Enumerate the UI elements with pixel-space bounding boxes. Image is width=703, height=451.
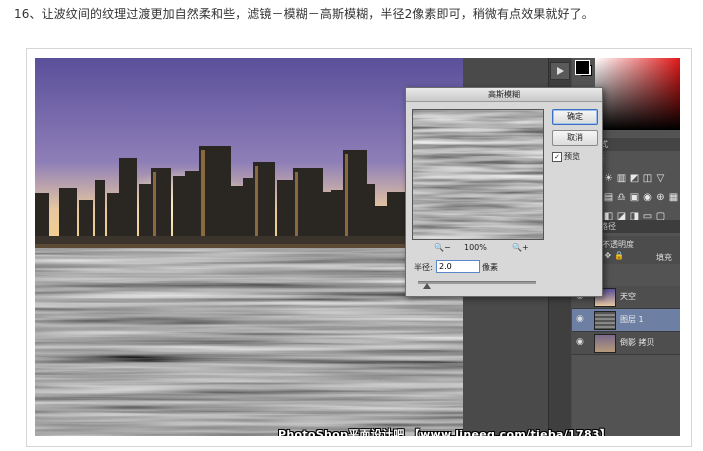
- radius-slider-track[interactable]: [418, 281, 536, 284]
- layer-thumbnail: [594, 334, 616, 353]
- preview-checkbox-row[interactable]: ✓ 预览: [552, 151, 580, 162]
- foreground-color-swatch[interactable]: [575, 60, 590, 75]
- layer-row-reflection-copy[interactable]: ◉ 倒影 拷贝: [572, 332, 680, 355]
- bw-icon[interactable]: ▣: [629, 192, 640, 203]
- adjustment-icons: ☀ ▥ ◩ ◫ ▽ ▤ ♎ ▣ ◉ ⊕ ▦ ◧ ◪ ◨ ▭ ▢: [602, 166, 680, 223]
- zoom-controls: 🔍− 100% 🔍+: [426, 242, 530, 254]
- zoom-out-icon[interactable]: 🔍−: [434, 242, 451, 254]
- opacity-label: 不透明度: [602, 240, 634, 249]
- layer-name: 倒影 拷贝: [620, 338, 655, 347]
- layer-name: 天空: [620, 292, 636, 301]
- fill-label: 填充: [656, 253, 672, 262]
- curves-icon[interactable]: ◩: [629, 173, 640, 184]
- vibrance-icon[interactable]: ▽: [655, 173, 666, 184]
- gaussian-blur-dialog: 高斯模糊 确定 取消 ✓ 预览 🔍− 100% 🔍+ 半径: 2.0 像素: [405, 87, 603, 297]
- visibility-eye-icon[interactable]: ◉: [576, 314, 586, 324]
- lookup-icon[interactable]: ▦: [668, 192, 679, 203]
- visibility-eye-icon[interactable]: ◉: [576, 337, 586, 347]
- photoshop-screenshot: 样式 整 ☀▥◩◫▽ ▤♎▣◉⊕▦ ◧◪◨▭▢ 通道路径 不透明度 填充 ▨✥🔒…: [35, 58, 680, 436]
- brightness-icon[interactable]: ☀: [603, 173, 614, 184]
- radius-unit: 像素: [482, 263, 498, 272]
- zoom-level: 100%: [464, 243, 487, 252]
- tutorial-caption: 16、让波纹间的纹理过渡更加自然柔和些，滤镜－模糊－高斯模糊，半径2像素即可，稍…: [14, 7, 594, 21]
- cancel-button[interactable]: 取消: [552, 130, 598, 146]
- dialog-title[interactable]: 高斯模糊: [406, 88, 602, 102]
- hue-icon[interactable]: ▤: [603, 192, 614, 203]
- play-icon[interactable]: [550, 62, 570, 80]
- levels-icon[interactable]: ▥: [616, 173, 627, 184]
- layer-thumbnail: [594, 311, 616, 330]
- ok-button[interactable]: 确定: [552, 109, 598, 125]
- preview-label: 预览: [564, 152, 580, 161]
- document-canvas[interactable]: [35, 58, 463, 436]
- layer-name: 图层 1: [620, 315, 644, 324]
- preview-checkbox[interactable]: ✓: [552, 151, 562, 162]
- photo-filter-icon[interactable]: ◉: [642, 192, 653, 203]
- balance-icon[interactable]: ♎: [616, 192, 627, 203]
- radius-label: 半径:: [414, 263, 433, 272]
- layer-row-layer1[interactable]: ◉ 图层 1: [572, 309, 680, 332]
- radius-slider-thumb[interactable]: [423, 283, 431, 289]
- blur-preview[interactable]: [412, 109, 544, 240]
- mixer-icon[interactable]: ⊕: [655, 192, 666, 203]
- exposure-icon[interactable]: ◫: [642, 173, 653, 184]
- radius-input[interactable]: [436, 260, 480, 273]
- zoom-in-icon[interactable]: 🔍+: [512, 242, 529, 254]
- watermark-text: PhotoShop平面设计吧 【www.lineeg.com/tieba/178…: [278, 428, 612, 436]
- color-picker-field[interactable]: [595, 58, 680, 130]
